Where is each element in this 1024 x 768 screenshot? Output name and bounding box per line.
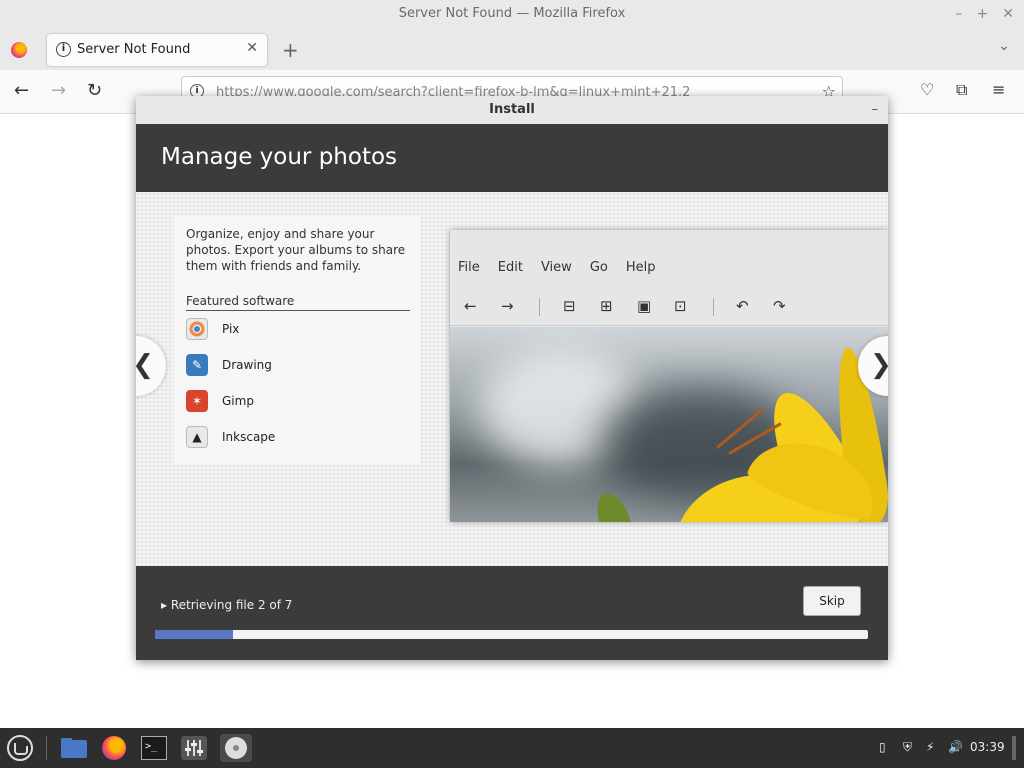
slide-heading: Manage your photos <box>136 124 888 192</box>
install-dialog: Install – Manage your photos Organize, e… <box>136 96 888 660</box>
clipboard-icon[interactable]: ▯ <box>879 740 886 754</box>
list-all-tabs-icon[interactable]: ⌄ <box>998 38 1010 54</box>
toolbar-separator <box>539 298 540 316</box>
install-title: Install <box>489 102 535 117</box>
app-item-pix: Pix <box>186 311 408 347</box>
pocket-icon[interactable]: ♡ <box>920 80 934 99</box>
terminal-launcher[interactable]: >_ <box>140 734 168 762</box>
toolbar-separator <box>713 298 714 316</box>
app-label: Pix <box>222 322 240 336</box>
mint-logo-icon <box>7 735 33 761</box>
window-titlebar: Server Not Found — Mozilla Firefox – + ✕ <box>0 0 1024 30</box>
chevron-right-icon: ❯ <box>870 350 888 380</box>
gimp-icon: ✶ <box>186 390 208 412</box>
volume-icon[interactable]: 🔊 <box>948 740 963 754</box>
disc-icon <box>225 737 247 759</box>
close-window-icon[interactable]: ✕ <box>1002 0 1014 28</box>
window-controls: – + ✕ <box>956 0 1014 28</box>
extensions-icon[interactable]: ⧉ <box>956 80 967 100</box>
screenshot-preview: File Edit View Go Help ← → ⊟ ⊞ ▣ ⊡ ↶ ↷ <box>450 230 888 522</box>
zoom-in-icon: ⊞ <box>600 297 613 315</box>
status-expander[interactable]: ▸ Retrieving file 2 of 7 <box>161 598 292 612</box>
app-label: Inkscape <box>222 430 276 444</box>
expander-triangle-icon: ▸ <box>161 598 168 612</box>
tab-server-not-found[interactable]: i Server Not Found ✕ <box>47 34 267 66</box>
preview-toolbar: ← → ⊟ ⊞ ▣ ⊡ ↶ ↷ <box>450 292 888 326</box>
firefox-launcher[interactable] <box>100 734 128 762</box>
tab-close-icon[interactable]: ✕ <box>246 40 258 56</box>
app-item-drawing: ✎ Drawing <box>186 347 408 383</box>
app-item-inkscape: ▲ Inkscape <box>186 419 408 455</box>
forward-arrow-icon: → <box>501 297 514 315</box>
zoom-original-icon: ▣ <box>637 297 652 315</box>
network-icon[interactable]: ⚡ <box>926 740 934 754</box>
terminal-icon: >_ <box>141 736 167 760</box>
back-icon[interactable]: ← <box>14 80 29 101</box>
app-label: Drawing <box>222 358 272 372</box>
show-desktop-button[interactable] <box>1012 736 1016 760</box>
preview-menu-edit: Edit <box>497 260 523 275</box>
menu-button[interactable] <box>6 734 34 762</box>
preview-menu-go: Go <box>589 260 608 275</box>
skip-button[interactable]: Skip <box>803 586 861 616</box>
install-footer: ▸ Retrieving file 2 of 7 Skip <box>136 566 888 660</box>
tab-label: Server Not Found <box>77 42 191 57</box>
reload-icon[interactable]: ↻ <box>87 80 102 101</box>
previous-slide-button[interactable]: ❮ <box>136 336 166 396</box>
zoom-out-icon: ⊟ <box>563 297 576 315</box>
slide-description: Organize, enjoy and share your photos. E… <box>186 227 406 273</box>
rotate-left-icon: ↶ <box>736 297 749 315</box>
tab-strip: i Server Not Found ✕ <box>0 30 1024 70</box>
preview-menu-view: View <box>540 260 572 275</box>
status-text: Retrieving file 2 of 7 <box>170 598 293 612</box>
sliders-icon <box>181 736 207 760</box>
slide-body: Organize, enjoy and share your photos. E… <box>136 192 888 566</box>
inkscape-icon: ▲ <box>186 426 208 448</box>
chevron-left-icon: ❮ <box>136 350 154 380</box>
app-label: Gimp <box>222 394 254 408</box>
progress-fill <box>155 630 234 639</box>
files-launcher[interactable] <box>60 734 88 762</box>
drawing-icon: ✎ <box>186 354 208 376</box>
preview-menu-help: Help <box>625 260 656 275</box>
shield-icon[interactable]: ⛨ <box>903 740 912 755</box>
rotate-right-icon: ↷ <box>773 297 786 315</box>
preview-menubar: File Edit View Go Help <box>450 230 888 292</box>
menu-icon[interactable]: ≡ <box>992 80 1005 99</box>
new-tab-icon[interactable]: + <box>282 38 299 62</box>
folder-icon <box>61 738 87 758</box>
featured-software-title: Featured software <box>186 294 410 311</box>
firefox-icon <box>102 736 126 760</box>
install-titlebar: Install – <box>136 96 888 124</box>
taskbar: >_ ▯ ⛨ ⚡ 🔊 03:39 <box>0 728 1024 768</box>
forward-icon[interactable]: → <box>51 80 66 101</box>
feature-panel: Organize, enjoy and share your photos. E… <box>174 216 420 464</box>
progress-bar <box>155 630 868 639</box>
lily-photo <box>450 327 888 522</box>
pix-icon <box>186 318 208 340</box>
clock[interactable]: 03:39 <box>970 740 1005 754</box>
settings-launcher[interactable] <box>180 734 208 762</box>
info-icon: i <box>56 42 71 57</box>
back-arrow-icon: ← <box>464 297 477 315</box>
preview-menu-file: File <box>458 260 480 275</box>
app-item-gimp: ✶ Gimp <box>186 383 408 419</box>
minimize-icon[interactable]: – <box>872 96 879 124</box>
window-title: Server Not Found — Mozilla Firefox <box>398 6 626 21</box>
maximize-icon[interactable]: + <box>977 0 989 28</box>
zoom-fit-icon: ⊡ <box>674 297 687 315</box>
minimize-icon[interactable]: – <box>956 0 963 28</box>
firefox-logo-icon[interactable] <box>11 42 27 58</box>
installer-window-button[interactable] <box>220 734 252 762</box>
